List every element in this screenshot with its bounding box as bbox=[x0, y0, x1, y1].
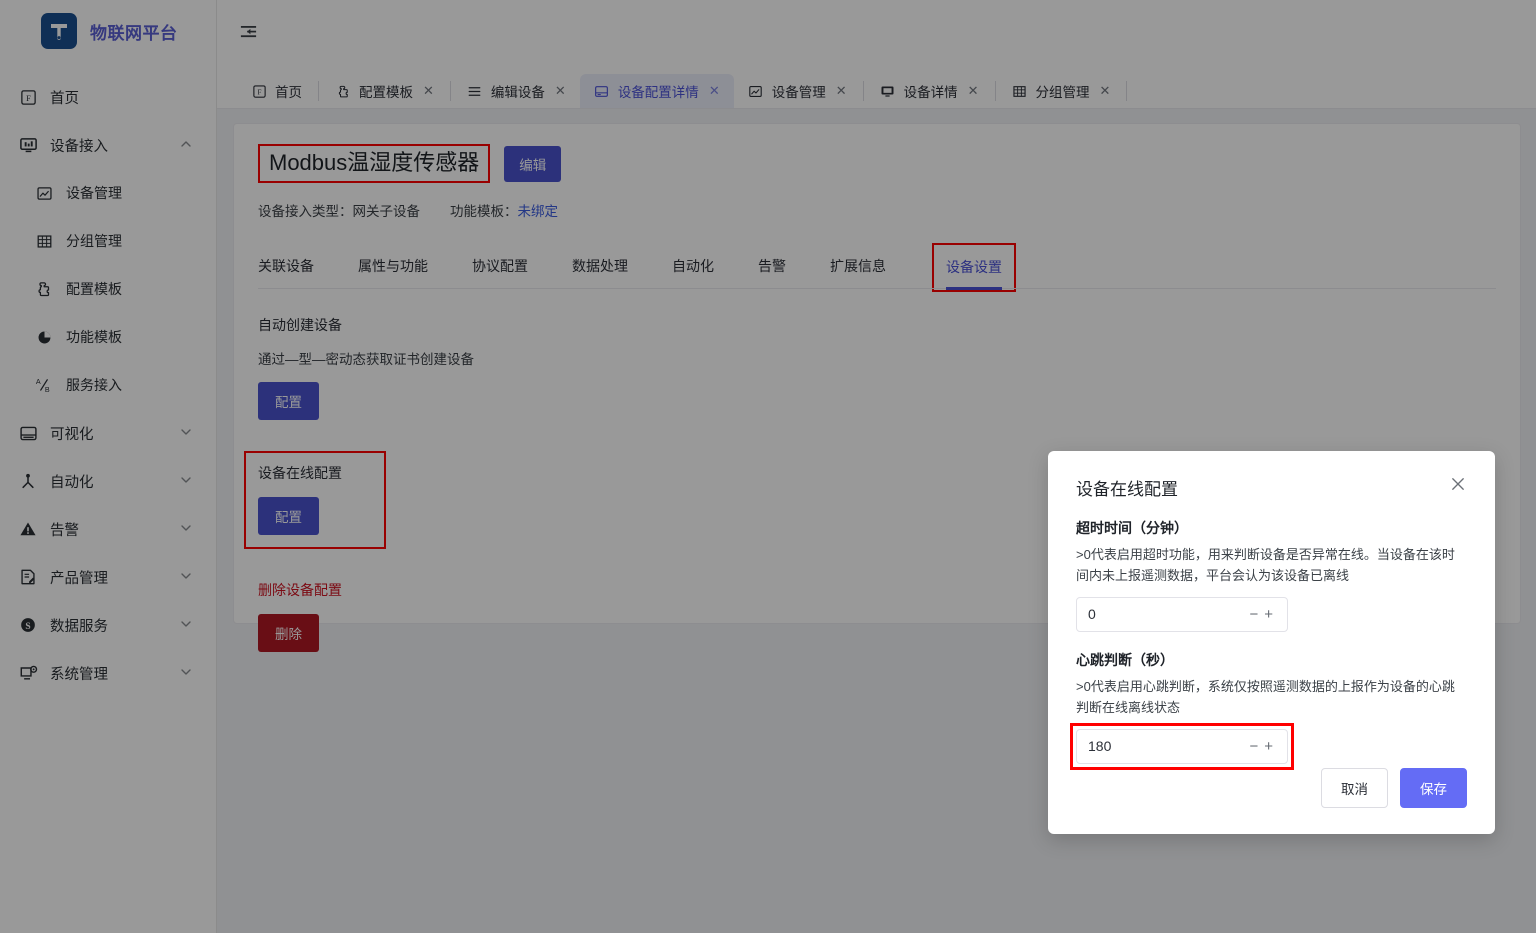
dialog-title: 设备在线配置 bbox=[1076, 475, 1178, 500]
save-button[interactable]: 保存 bbox=[1400, 768, 1467, 808]
app-root: 物联网平台 F 首页 设备接入 bbox=[0, 0, 1536, 933]
field-description: >0代表启用心跳判断，系统仅按照遥测数据的上报作为设备的心跳判断在线离线状态 bbox=[1076, 676, 1467, 719]
plus-icon[interactable]: + bbox=[1261, 738, 1276, 755]
field-description: >0代表启用超时功能，用来判断设备是否异常在线。当设备在该时间内未上报遥测数据，… bbox=[1076, 544, 1467, 587]
heartbeat-input-value[interactable]: 180 bbox=[1088, 738, 1246, 754]
cancel-button[interactable]: 取消 bbox=[1321, 768, 1388, 808]
timeout-stepper-wrap: 0 − + bbox=[1076, 587, 1288, 632]
heartbeat-stepper[interactable]: 180 − + bbox=[1076, 729, 1288, 764]
field-timeout: 超时时间（分钟） >0代表启用超时功能，用来判断设备是否异常在线。当设备在该时间… bbox=[1076, 518, 1467, 632]
device-online-config-dialog: 设备在线配置 超时时间（分钟） >0代表启用超时功能，用来判断设备是否异常在线。… bbox=[1048, 451, 1495, 834]
minus-icon[interactable]: − bbox=[1246, 606, 1261, 623]
timeout-stepper[interactable]: 0 − + bbox=[1076, 597, 1288, 632]
plus-icon[interactable]: + bbox=[1261, 606, 1276, 623]
timeout-input-value[interactable]: 0 bbox=[1088, 606, 1246, 622]
heartbeat-stepper-wrap: 180 − + bbox=[1073, 726, 1291, 767]
minus-icon[interactable]: − bbox=[1246, 738, 1261, 755]
field-label: 心跳判断（秒） bbox=[1076, 650, 1467, 670]
field-heartbeat: 心跳判断（秒） >0代表启用心跳判断，系统仅按照遥测数据的上报作为设备的心跳判断… bbox=[1076, 650, 1467, 767]
dialog-header: 设备在线配置 bbox=[1076, 475, 1467, 500]
close-icon[interactable] bbox=[1449, 475, 1467, 493]
field-label: 超时时间（分钟） bbox=[1076, 518, 1467, 538]
dialog-footer: 取消 保存 bbox=[1321, 768, 1467, 808]
